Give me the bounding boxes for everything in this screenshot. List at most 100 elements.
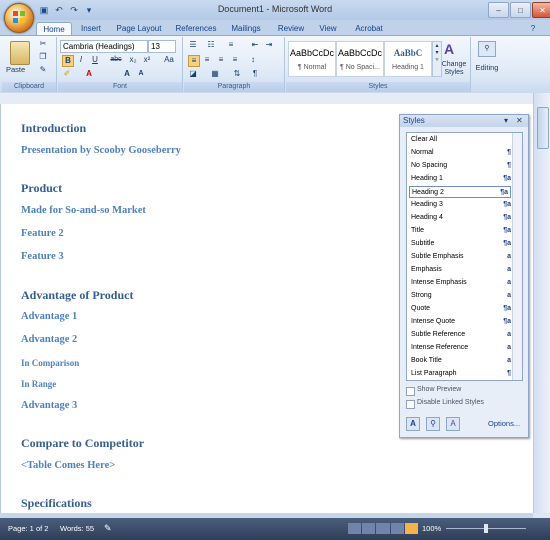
proofing-icon[interactable]: ✎ <box>104 523 112 534</box>
outline-view-button[interactable] <box>390 523 404 534</box>
format-painter-icon[interactable]: ✎ <box>38 65 48 75</box>
style-inspector-icon[interactable]: ⚲ <box>426 417 440 431</box>
align-left-icon[interactable]: ≡ <box>188 55 200 67</box>
italic-button[interactable]: I <box>76 55 86 65</box>
styles-list-item[interactable]: Heading 2 ¶a <box>409 186 511 198</box>
doc-heading[interactable]: Made for So-and-so Market <box>21 205 146 216</box>
superscript-button[interactable]: x² <box>142 55 152 65</box>
subscript-button[interactable]: x₂ <box>128 55 138 65</box>
styles-list-item[interactable]: Intense Reference a <box>409 342 513 354</box>
numbering-icon[interactable]: ☷ <box>206 40 216 50</box>
styles-list-item[interactable]: Subtle Reference a <box>409 329 513 341</box>
pane-menu-icon[interactable]: ▾ <box>504 116 508 125</box>
minimize-button[interactable]: – <box>488 2 509 18</box>
show-marks-icon[interactable]: ¶ <box>250 69 260 79</box>
shading-icon[interactable]: ◪ <box>188 69 198 79</box>
bullets-icon[interactable]: ☰ <box>188 40 198 50</box>
doc-heading[interactable]: Advantage 3 <box>21 400 77 411</box>
styles-list-item[interactable]: Book Title a <box>409 355 513 367</box>
paste-button[interactable]: Paste <box>6 65 25 74</box>
zoom-level[interactable]: 100% <box>422 524 441 533</box>
print-layout-view-button[interactable] <box>348 523 362 534</box>
copy-icon[interactable]: ❐ <box>38 52 48 62</box>
full-screen-view-button[interactable] <box>362 523 376 534</box>
styles-list-item[interactable]: Emphasis a <box>409 264 513 276</box>
font-size-combobox[interactable]: 13 <box>148 40 176 53</box>
styles-list-item[interactable]: Heading 4 ¶a <box>409 212 513 224</box>
shrink-font-button[interactable]: A <box>136 69 146 79</box>
office-button[interactable] <box>4 3 34 33</box>
style-normal[interactable]: AaBbCcDc ¶ Normal <box>288 41 336 77</box>
zoom-slider-thumb[interactable] <box>484 524 488 533</box>
draft-view-button[interactable] <box>404 523 419 534</box>
font-name-combobox[interactable]: Cambria (Headings) <box>60 40 148 53</box>
styles-list-item[interactable]: Quote ¶a <box>409 303 513 315</box>
help-icon[interactable]: ? <box>524 22 542 35</box>
style-heading-1[interactable]: AaBbC Heading 1 <box>384 41 432 77</box>
tab-mailings[interactable]: Mailings <box>226 22 266 35</box>
doc-heading[interactable]: Advantage 2 <box>21 334 77 345</box>
styles-list-scrollbar[interactable] <box>512 133 522 380</box>
word-count[interactable]: Words: 55 <box>60 524 94 533</box>
show-preview-checkbox[interactable] <box>406 387 415 396</box>
align-center-icon[interactable]: ≡ <box>202 55 212 65</box>
doc-heading[interactable]: In Range <box>21 379 56 389</box>
web-layout-view-button[interactable] <box>376 523 390 534</box>
styles-list-item[interactable]: Normal ¶ <box>409 147 513 159</box>
styles-list-item[interactable]: Subtle Emphasis a <box>409 251 513 263</box>
manage-styles-icon[interactable]: A <box>446 417 460 431</box>
style-no-spacing[interactable]: AaBbCcDc ¶ No Spaci... <box>336 41 384 77</box>
styles-list-item[interactable]: Intense Emphasis a <box>409 277 513 289</box>
doc-heading[interactable]: Product <box>21 181 62 196</box>
editing-button[interactable]: Editing <box>472 63 502 72</box>
line-spacing-icon[interactable]: ↕ <box>248 55 258 65</box>
tab-view[interactable]: View <box>314 22 342 35</box>
tab-home[interactable]: Home <box>36 22 72 36</box>
maximize-button[interactable]: □ <box>510 2 531 18</box>
scroll-thumb[interactable] <box>537 107 549 149</box>
pane-close-icon[interactable]: ✕ <box>516 116 523 125</box>
justify-icon[interactable]: ≡ <box>230 55 240 65</box>
styles-list-item[interactable]: Heading 3 ¶a <box>409 199 513 211</box>
styles-list-item[interactable]: Strong a <box>409 290 513 302</box>
doc-heading[interactable]: Advantage 1 <box>21 311 77 322</box>
page-count[interactable]: Page: 1 of 2 <box>8 524 48 533</box>
styles-list-item[interactable]: Subtitle ¶a <box>409 238 513 250</box>
options-link[interactable]: Options... <box>488 419 520 428</box>
tab-references[interactable]: References <box>172 22 220 35</box>
doc-heading[interactable]: In Comparison <box>21 358 79 368</box>
doc-heading[interactable]: Feature 2 <box>21 228 64 239</box>
doc-heading[interactable]: Feature 3 <box>21 251 64 262</box>
doc-heading[interactable]: Presentation by Scooby Gooseberry <box>21 145 181 156</box>
tab-page-layout[interactable]: Page Layout <box>112 22 166 35</box>
tab-acrobat[interactable]: Acrobat <box>350 22 388 35</box>
disable-linked-checkbox[interactable] <box>406 400 415 409</box>
doc-heading[interactable]: Compare to Competitor <box>21 436 144 451</box>
doc-heading[interactable]: <Table Comes Here> <box>21 460 115 471</box>
increase-indent-icon[interactable]: ⇥ <box>264 40 274 50</box>
multilevel-list-icon[interactable]: ≡ <box>226 40 236 50</box>
borders-icon[interactable]: ▦ <box>210 69 220 79</box>
tab-insert[interactable]: Insert <box>74 22 108 35</box>
align-right-icon[interactable]: ≡ <box>216 55 226 65</box>
styles-list-item[interactable]: Heading 1 ¶a <box>409 173 513 185</box>
decrease-indent-icon[interactable]: ⇤ <box>250 40 260 50</box>
doc-heading[interactable]: Introduction <box>21 121 86 136</box>
styles-list-item[interactable]: Clear All <box>409 134 513 146</box>
doc-heading[interactable]: Advantage of Product <box>21 288 133 303</box>
styles-list-item[interactable]: List Paragraph ¶ <box>409 368 513 380</box>
font-color-icon[interactable]: A <box>84 69 94 79</box>
cut-icon[interactable]: ✂ <box>38 39 48 49</box>
paste-icon[interactable] <box>10 41 30 65</box>
styles-list-item[interactable]: No Spacing ¶ <box>409 160 513 172</box>
highlight-icon[interactable]: ✐ <box>62 69 72 79</box>
styles-list-item[interactable]: Intense Quote ¶a <box>409 316 513 328</box>
close-button[interactable]: ✕ <box>532 2 550 18</box>
sort-icon[interactable]: ⇅ <box>232 69 242 79</box>
change-case-button[interactable]: Aa <box>162 55 176 65</box>
bold-button[interactable]: B <box>62 55 74 67</box>
styles-list-item[interactable]: Title ¶a <box>409 225 513 237</box>
grow-font-button[interactable]: A <box>122 69 132 79</box>
new-style-icon[interactable]: A <box>406 417 420 431</box>
tab-review[interactable]: Review <box>274 22 308 35</box>
